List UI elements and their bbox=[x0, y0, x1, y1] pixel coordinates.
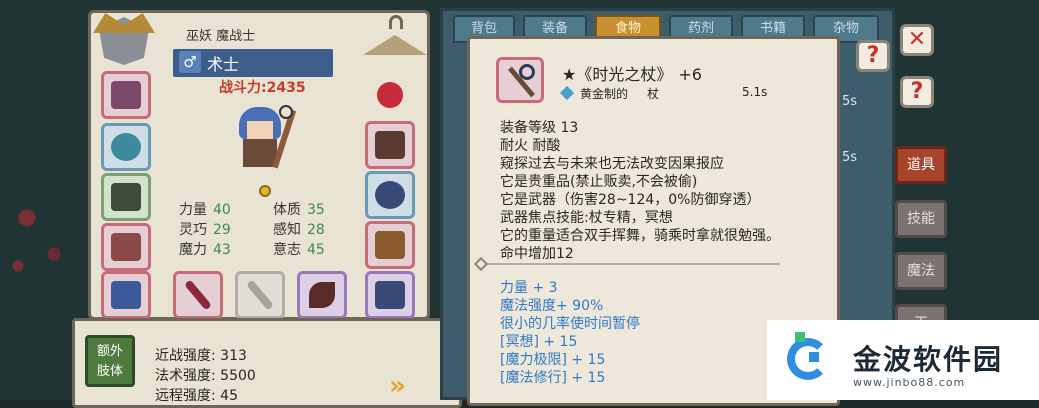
divider-diamond-icon bbox=[473, 256, 489, 272]
character-marker-icon bbox=[259, 185, 271, 197]
character-sprite bbox=[233, 103, 297, 181]
equip-slot-back[interactable] bbox=[365, 121, 415, 169]
hanger-icon[interactable] bbox=[361, 15, 431, 59]
item-title: ★《时光之杖》 +6 bbox=[562, 65, 702, 84]
equip-slot-armor[interactable] bbox=[101, 223, 151, 271]
combat-power: 战斗力:2435 bbox=[219, 80, 306, 96]
attr-wil: 意志 45 bbox=[273, 242, 325, 258]
equip-slot-boots[interactable] bbox=[365, 221, 415, 269]
class-name: 术士 bbox=[207, 55, 240, 74]
equip-slot-neck[interactable] bbox=[101, 123, 151, 171]
equip-slot-charm[interactable] bbox=[365, 71, 415, 119]
ranged-strength: 远程强度: 45 bbox=[155, 388, 238, 404]
inventory-item-weight: 5s bbox=[842, 94, 858, 109]
item-bonus-line: [魔力极限] + 15 bbox=[500, 352, 606, 368]
watermark-name: 金波软件园 bbox=[853, 343, 1004, 376]
background-decoration bbox=[0, 170, 90, 290]
item-weight: 5.1s bbox=[742, 85, 768, 99]
attr-con: 体质 35 bbox=[273, 202, 325, 218]
equip-slot-body[interactable] bbox=[101, 173, 151, 221]
item-bonus-line: [冥想] + 15 bbox=[500, 334, 578, 350]
spell-strength: 法术强度: 5500 bbox=[155, 368, 256, 384]
extra-limb-button[interactable]: 额外 肢体 bbox=[85, 335, 135, 387]
help-button-2[interactable]: ? bbox=[900, 76, 934, 108]
item-desc-line: 耐火 耐酸 bbox=[500, 138, 561, 154]
divider bbox=[480, 263, 780, 265]
side-tab-skills[interactable]: 技能 bbox=[895, 200, 947, 238]
character-panel: 巫妖 魔战士 ♂ 术士 战斗力:2435 力量 40 体质 35 灵巧 29 感知 28… bbox=[88, 10, 430, 320]
attr-mag: 魔力 43 bbox=[179, 242, 231, 258]
melee-strength: 近战强度: 313 bbox=[155, 348, 247, 364]
side-tab-items[interactable]: 道具 bbox=[895, 146, 947, 184]
equip-slot-belt[interactable] bbox=[365, 171, 415, 219]
item-bonus-line: [魔法修行] + 15 bbox=[500, 370, 606, 386]
next-page-arrow-icon[interactable]: » bbox=[389, 371, 435, 401]
equip-slot-ranged[interactable] bbox=[297, 271, 347, 319]
equip-slot-head[interactable] bbox=[101, 71, 151, 119]
equip-slot-helm[interactable] bbox=[365, 271, 415, 319]
item-bonus-line: 魔法强度+ 90% bbox=[500, 298, 604, 314]
watermark-url: www.jinbo88.com bbox=[853, 376, 966, 389]
watermark-logo-icon bbox=[787, 332, 839, 384]
male-icon: ♂ bbox=[179, 51, 201, 73]
inventory-item-weight: 5s bbox=[842, 150, 858, 165]
equip-slot-offhand[interactable] bbox=[235, 271, 285, 319]
item-desc-line: 命中增加12 bbox=[500, 246, 574, 262]
close-button[interactable]: ✕ bbox=[900, 24, 934, 56]
item-desc-line: 它的重量适合双手挥舞，骑乘时拿就很勉强。 bbox=[500, 228, 780, 244]
item-material: 黄金制的 杖 bbox=[559, 85, 659, 102]
equip-slot-amulet[interactable] bbox=[101, 271, 151, 319]
item-desc-line: 它是贵重品(禁止贩卖,不会被偷) bbox=[500, 174, 698, 190]
equip-slot-weapon[interactable] bbox=[173, 271, 223, 319]
class-badge: ♂ 术士 bbox=[173, 49, 333, 77]
staff-icon bbox=[496, 57, 544, 103]
attr-str: 力量 40 bbox=[179, 202, 231, 218]
watermark: 金波软件园 www.jinbo88.com bbox=[767, 320, 1039, 400]
item-bonus-line: 很小的几率使时间暂停 bbox=[500, 316, 640, 332]
race-class-label: 巫妖 魔战士 bbox=[186, 29, 256, 44]
item-bonus-line: 力量 + 3 bbox=[500, 280, 558, 296]
item-desc-line: 窥探过去与未来也无法改变因果报应 bbox=[500, 156, 724, 172]
item-desc-line: 武器焦点技能:杖专精，冥想 bbox=[500, 210, 673, 226]
attr-per: 感知 28 bbox=[273, 222, 325, 238]
help-button[interactable]: ? bbox=[856, 40, 890, 72]
material-diamond-icon bbox=[559, 85, 575, 101]
side-tab-magic[interactable]: 魔法 bbox=[895, 252, 947, 290]
attr-dex: 灵巧 29 bbox=[179, 222, 231, 238]
item-desc-line: 它是武器（伤害28~124，0%防御穿透） bbox=[500, 192, 761, 208]
item-desc-line: 装备等级 13 bbox=[500, 120, 579, 136]
stats-panel: 额外 肢体 近战强度: 313 法术强度: 5500 远程强度: 45 » bbox=[72, 318, 462, 408]
